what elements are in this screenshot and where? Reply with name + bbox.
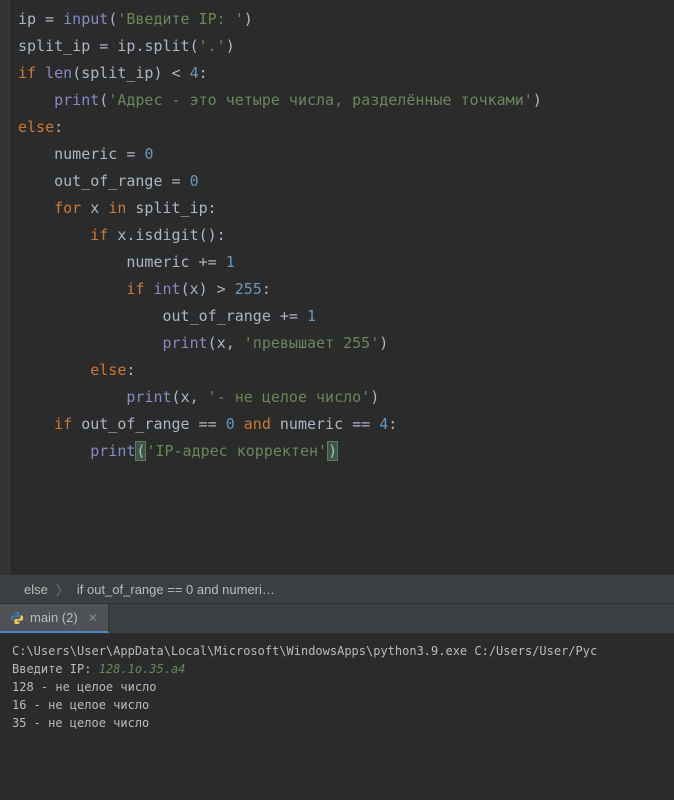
code-area[interactable]: ip = input('Введите IP: ') split_ip = ip… (0, 0, 674, 471)
breadcrumb-item[interactable]: if out_of_range == 0 and numeri… (71, 582, 281, 597)
breadcrumb-item[interactable]: else (18, 582, 54, 597)
breadcrumb[interactable]: else 〉 if out_of_range == 0 and numeri… (0, 574, 674, 604)
run-console[interactable]: C:\Users\User\AppData\Local\Microsoft\Wi… (0, 634, 674, 800)
code-editor[interactable]: ip = input('Введите IP: ') split_ip = ip… (0, 0, 674, 574)
chevron-right-icon: 〉 (54, 580, 71, 599)
editor-gutter (0, 0, 10, 574)
python-icon (10, 611, 24, 625)
close-icon[interactable]: ✕ (88, 611, 98, 625)
run-tabs: main (2) ✕ (0, 604, 674, 634)
tab-label: main (2) (30, 610, 78, 625)
tab-main[interactable]: main (2) ✕ (0, 604, 109, 633)
